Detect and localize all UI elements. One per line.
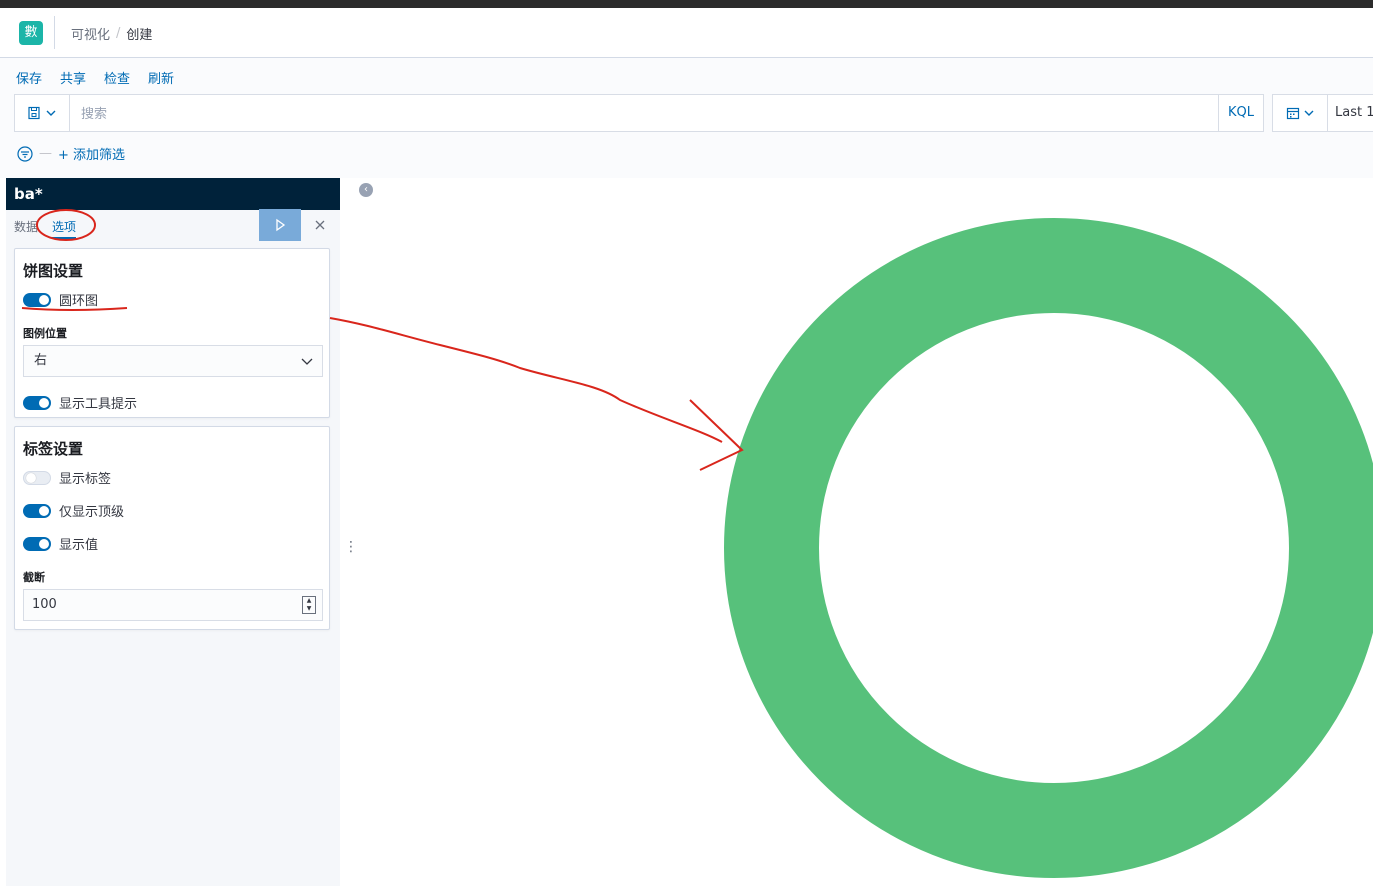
donut-slice[interactable] — [724, 218, 1373, 878]
top-level-only-row: 仅显示顶级 — [23, 501, 124, 520]
refresh-link[interactable]: 刷新 — [148, 68, 174, 87]
breadcrumb-visualize[interactable]: 可视化 — [71, 24, 110, 43]
show-labels-switch[interactable] — [23, 470, 51, 485]
add-filter-button[interactable]: + 添加筛选 — [58, 144, 125, 163]
label-settings-title: 标签设置 — [23, 440, 84, 458]
share-link[interactable]: 共享 — [60, 68, 86, 87]
show-labels-label: 显示标签 — [59, 472, 112, 487]
os-taskbar-strip — [0, 0, 1373, 8]
top-nav: 保存 共享 检查 刷新 KQL Last 1 — + 添加筛选 — [0, 58, 1373, 178]
visualization-area — [378, 178, 1373, 886]
show-values-row: 显示值 — [23, 534, 98, 553]
apply-changes-button[interactable] — [259, 209, 301, 241]
donut-switch-label: 圆环图 — [59, 294, 99, 309]
donut-switch-row: 圆环图 — [23, 290, 98, 309]
breadcrumb-create: 创建 — [126, 28, 153, 43]
legend-position-label: 图例位置 — [23, 327, 67, 340]
date-quick-menu-button[interactable] — [1273, 95, 1328, 131]
app-header: 數 可视化 / 创建 — [0, 8, 1373, 58]
breadcrumb-separator: / — [116, 26, 121, 41]
number-stepper[interactable]: ▲ ▼ — [302, 596, 316, 614]
tab-data[interactable]: 数据 — [14, 218, 38, 239]
chevron-down-icon — [301, 358, 313, 365]
resize-handle[interactable]: ⋮ — [344, 540, 358, 554]
breadcrumb: 可视化 / 创建 — [71, 24, 152, 43]
saved-query-button[interactable] — [15, 95, 70, 131]
truncate-value: 100 — [32, 597, 57, 612]
calendar-icon — [1286, 107, 1299, 120]
stepper-up-icon: ▲ — [306, 597, 312, 604]
date-range-text[interactable]: Last 1 — [1335, 95, 1373, 131]
top-level-only-label: 仅显示顶级 — [59, 505, 125, 520]
legend-position-select[interactable]: 右 — [23, 345, 323, 377]
label-settings-panel: 标签设置 显示标签 仅显示顶级 显示值 截断 100 ▲ ▼ — [14, 426, 330, 630]
filter-bar: — + 添加筛选 — [17, 144, 125, 163]
chevron-down-icon — [46, 110, 56, 116]
save-link[interactable]: 保存 — [16, 68, 42, 87]
top-menu: 保存 共享 检查 刷新 — [16, 68, 174, 87]
search-input[interactable] — [73, 96, 1223, 132]
donut-chart — [724, 218, 1373, 878]
legend-position-value: 右 — [34, 353, 48, 368]
chevron-down-icon — [1304, 110, 1313, 116]
tooltip-switch-row: 显示工具提示 — [23, 393, 137, 412]
inspect-link[interactable]: 检查 — [104, 68, 130, 87]
stepper-down-icon: ▼ — [306, 605, 312, 612]
date-picker: Last 1 — [1272, 94, 1373, 132]
app-logo[interactable]: 數 — [19, 21, 43, 45]
save-icon — [28, 106, 40, 120]
play-icon — [276, 218, 286, 232]
pie-settings-panel: 饼图设置 圆环图 图例位置 右 显示工具提示 — [14, 248, 330, 418]
index-pattern-title: ba* — [6, 178, 340, 210]
sidebar-tabs: 数据 选项 — [14, 218, 77, 239]
top-level-only-switch[interactable] — [23, 503, 51, 518]
pie-settings-title: 饼图设置 — [23, 262, 84, 280]
kql-language-button[interactable]: KQL — [1218, 95, 1263, 131]
discard-changes-button[interactable] — [306, 209, 334, 241]
filter-divider: — — [39, 146, 52, 161]
show-values-label: 显示值 — [59, 538, 99, 553]
close-icon — [315, 220, 325, 230]
collapse-sidebar-button[interactable]: ‹ — [359, 183, 373, 197]
truncate-input[interactable]: 100 ▲ ▼ — [23, 589, 323, 621]
tooltip-switch-label: 显示工具提示 — [59, 397, 138, 412]
editor-sidebar: ba* 数据 选项 饼图设置 圆环图 图例位置 右 显示工具提示 标签设置 显示… — [6, 178, 340, 886]
tab-options[interactable]: 选项 — [52, 218, 77, 239]
show-values-switch[interactable] — [23, 536, 51, 551]
header-divider — [54, 16, 55, 49]
show-labels-row: 显示标签 — [23, 468, 111, 487]
tooltip-switch[interactable] — [23, 395, 51, 410]
query-bar: KQL — [14, 94, 1264, 132]
donut-switch[interactable] — [23, 292, 51, 307]
filter-icon[interactable] — [17, 145, 33, 162]
truncate-label: 截断 — [23, 571, 45, 584]
